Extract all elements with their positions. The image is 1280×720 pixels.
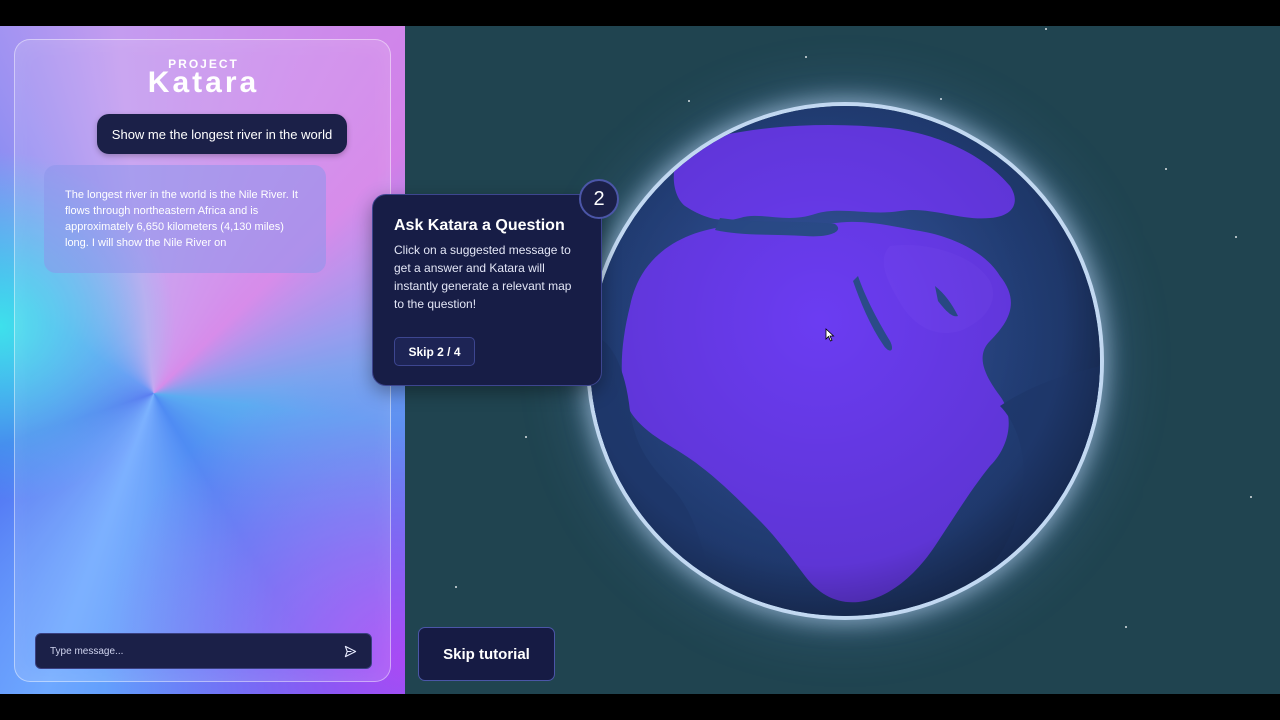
tutorial-body: Click on a suggested message to get a an… bbox=[394, 243, 572, 311]
tutorial-card: Ask Katara a Question Click on a suggest… bbox=[372, 194, 602, 386]
katara-logo: PROJECT Katara bbox=[15, 58, 392, 98]
globe-map bbox=[590, 106, 1100, 616]
letterbox-top bbox=[0, 0, 1280, 26]
chat-panel: PROJECT Katara Show me the longest river… bbox=[14, 39, 391, 682]
send-button[interactable] bbox=[341, 642, 359, 660]
skip-tutorial-button[interactable]: Skip tutorial bbox=[418, 627, 555, 681]
user-message-bubble: Show me the longest river in the world bbox=[97, 114, 347, 154]
globe[interactable] bbox=[590, 106, 1100, 616]
tutorial-title: Ask Katara a Question bbox=[394, 217, 565, 234]
letterbox-bottom bbox=[0, 694, 1280, 720]
tutorial-step-badge: 2 bbox=[579, 179, 619, 219]
send-icon bbox=[344, 645, 356, 657]
app-stage: PROJECT Katara Show me the longest river… bbox=[0, 26, 1280, 694]
bot-message-bubble: The longest river in the world is the Ni… bbox=[44, 165, 326, 273]
tutorial-step-skip-button[interactable]: Skip 2 / 4 bbox=[394, 337, 475, 366]
mouse-cursor-icon bbox=[825, 328, 835, 342]
logo-katara-text: Katara bbox=[147, 66, 260, 99]
message-input[interactable] bbox=[50, 645, 341, 657]
globe-icon bbox=[590, 106, 1100, 616]
message-composer bbox=[35, 633, 372, 669]
